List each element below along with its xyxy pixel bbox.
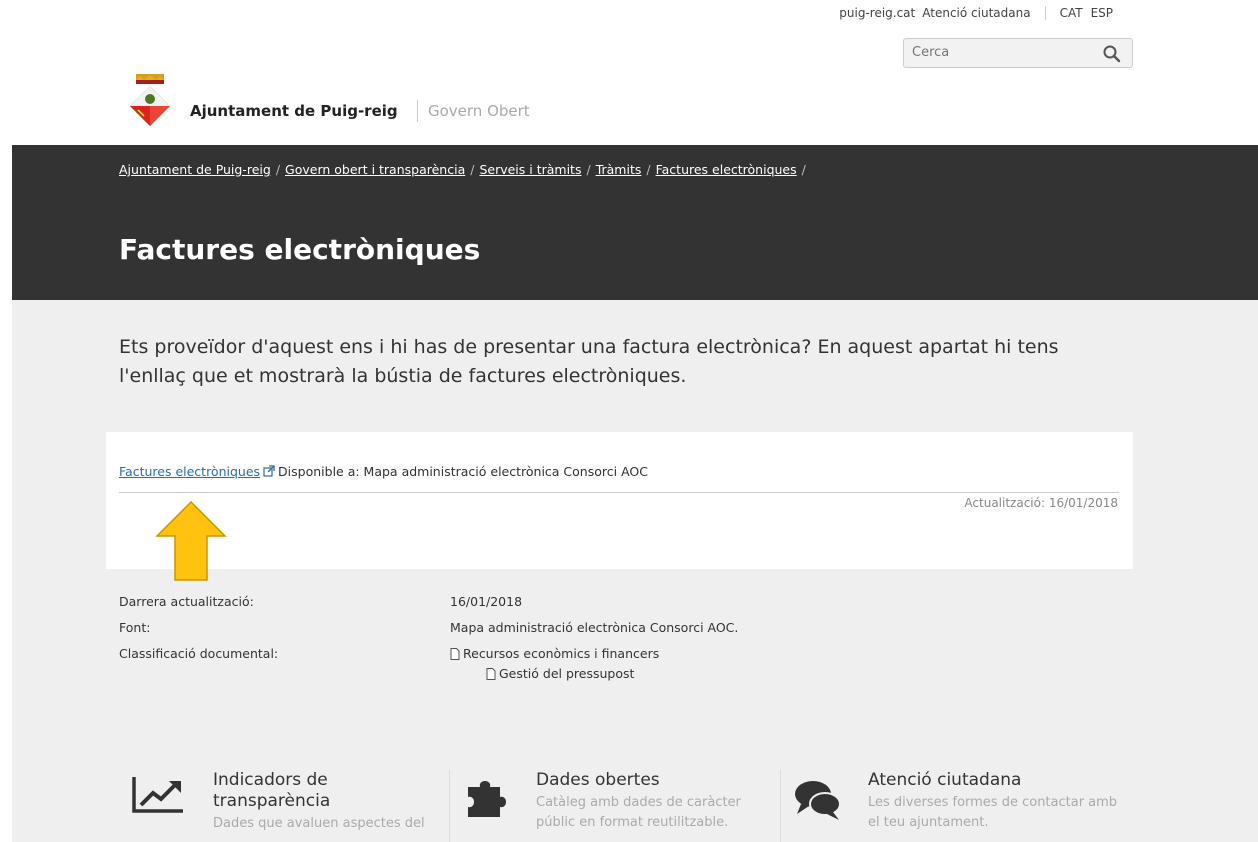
document-icon [450,648,460,660]
source-label: Font: [119,620,151,635]
breadcrumb: Ajuntament de Puig-reig / Govern obert i t… [119,162,806,177]
feature-title: Dades obertes [536,770,660,790]
coat-of-arms-logo[interactable] [128,72,172,132]
top-links: puig-reig.cat Atenció ciutadana CAT ESP [839,6,1113,20]
classification-label-text: Recursos econòmics i financers [463,646,660,661]
feature-desc: Catàleg amb dades de caràcter públic en … [536,795,741,830]
breadcrumb-link[interactable]: Serveis i tràmits [479,162,581,177]
feature-title: Atenció ciutadana [868,770,1022,790]
availability-text: Disponible a: Mapa administració electrò… [278,464,648,479]
intro-text: Ets proveïdor d'aquest ens i hi has de p… [119,336,1059,387]
classification-sublabel-text: Gestió del pressupost [499,666,635,681]
last-update-label: Darrera actualització: [119,594,254,609]
breadcrumb-link[interactable]: Factures electròniques [656,162,797,177]
divider [119,492,1119,493]
search-box [903,38,1133,68]
feature-transparency[interactable]: Indicadors de transparència Dades que av… [213,770,443,834]
resource-row: Factures electròniques Disponible a: Mapa… [119,464,648,479]
invoice-link[interactable]: Factures electròniques [119,464,260,479]
breadcrumb-link[interactable]: Ajuntament de Puig-reig [119,162,271,177]
document-icon [486,668,496,680]
brand-section[interactable]: Govern Obert [428,102,530,120]
feature-desc: Dades que avaluen aspectes del [213,816,425,831]
puzzle-icon[interactable] [464,773,520,819]
lang-esp[interactable]: ESP [1091,6,1113,20]
search-icon[interactable] [1102,44,1122,64]
source-value: Mapa administració electrònica Consorci … [450,620,739,635]
search-input[interactable] [904,39,1100,65]
attention-link[interactable]: Atenció ciutadana [922,6,1030,20]
breadcrumb-link[interactable]: Govern obert i transparència [285,162,465,177]
site-link[interactable]: puig-reig.cat [839,6,915,20]
chat-bubbles-icon[interactable] [793,778,843,822]
divider [449,770,450,842]
classification-subitem[interactable]: Gestió del pressupost [486,666,634,681]
page-header: Ajuntament de Puig-reig / Govern obert i t… [12,145,1258,300]
divider [1044,6,1046,20]
brand-name[interactable]: Ajuntament de Puig-reig [190,102,398,120]
update-date: Actualització: 16/01/2018 [964,496,1118,510]
last-update-value: 16/01/2018 [450,594,523,609]
up-arrow-annotation [155,500,227,581]
feature-title: Indicadors de transparència [213,770,331,811]
feature-citizen-attention[interactable]: Atenció ciutadana Les diverses formes de… [868,770,1118,833]
divider [780,770,781,842]
lang-cat[interactable]: CAT [1060,6,1083,20]
breadcrumb-link[interactable]: Tràmits [596,162,642,177]
brand-divider [417,100,418,122]
page-title: Factures electròniques [119,233,481,266]
resource-card: Factures electròniques Disponible a: Mapa… [106,432,1133,569]
feature-open-data[interactable]: Dades obertes Catàleg amb dades de caràc… [536,770,766,833]
external-link-icon[interactable] [263,465,275,477]
classification-label: Classificació documental: [119,646,279,661]
feature-desc: Les diverses formes de contactar amb el … [868,795,1118,830]
classification-item[interactable]: Recursos econòmics i financers [450,646,659,661]
chart-line-icon[interactable] [131,775,185,815]
